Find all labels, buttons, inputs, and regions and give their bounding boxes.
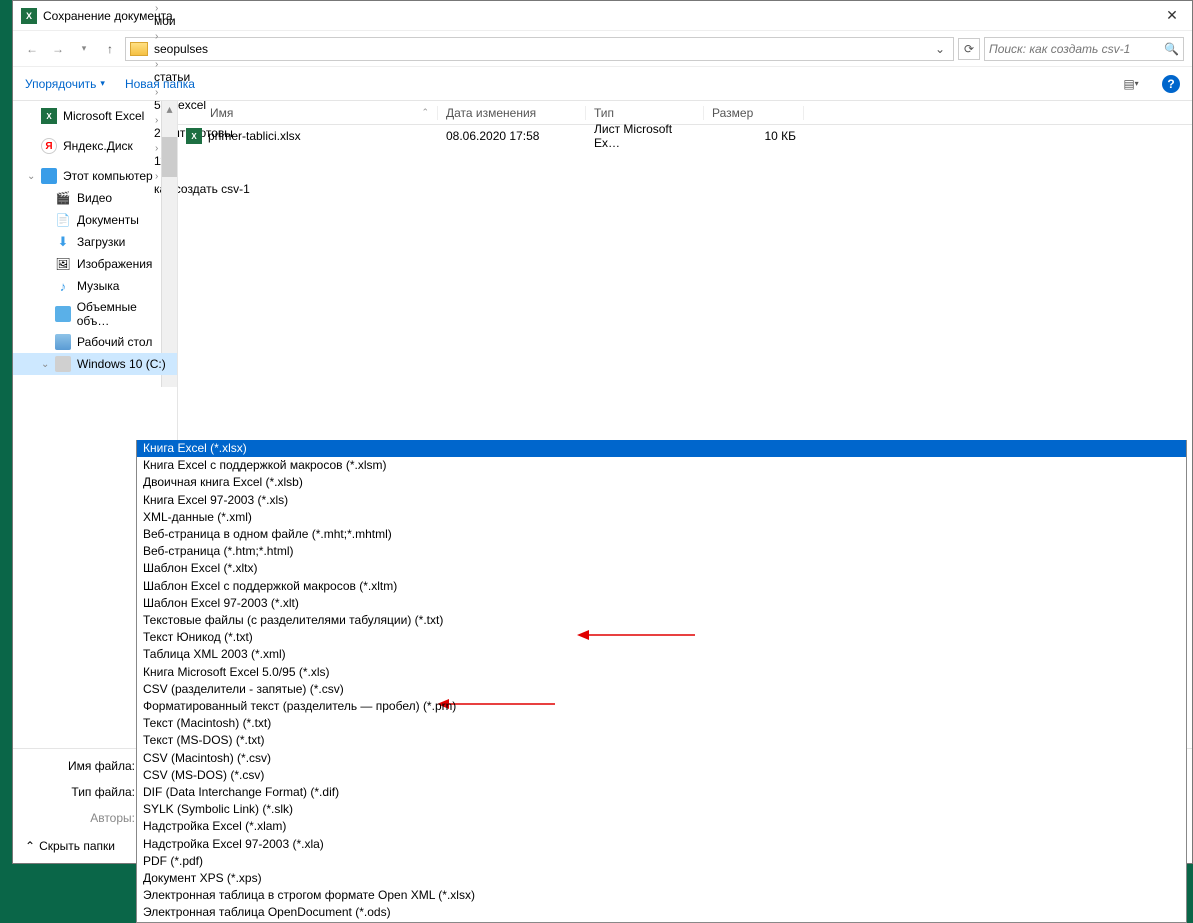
pc-icon — [41, 168, 57, 184]
images-icon — [55, 256, 71, 272]
filetype-option[interactable]: PDF (*.pdf) — [137, 853, 1186, 870]
filetype-option[interactable]: Книга Microsoft Excel 5.0/95 (*.xls) — [137, 664, 1186, 681]
filetype-option[interactable]: Текст (MS-DOS) (*.txt) — [137, 732, 1186, 749]
search-input[interactable] — [989, 42, 1164, 56]
filetype-option[interactable]: Книга Excel с поддержкой макросов (*.xls… — [137, 457, 1186, 474]
filetype-option[interactable]: Документ XPS (*.xps) — [137, 870, 1186, 887]
chevron-up-icon: ⌃ — [25, 839, 35, 853]
authors-label: Авторы: — [25, 807, 135, 825]
filetype-option[interactable]: Книга Excel 97-2003 (*.xls) — [137, 492, 1186, 509]
filetype-option[interactable]: XML-данные (*.xml) — [137, 509, 1186, 526]
hide-folders-button[interactable]: ⌃ Скрыть папки — [25, 839, 115, 853]
navbar: ← → ▾ ↑ «›Рабочий стол›папки›Проекты›мои… — [13, 31, 1192, 67]
forward-button[interactable]: → — [47, 38, 69, 60]
filetype-option[interactable]: Надстройка Excel 97-2003 (*.xla) — [137, 836, 1186, 853]
breadcrumb-item[interactable]: seopulses — [152, 42, 252, 56]
refresh-button[interactable]: ⟳ — [958, 38, 980, 60]
xlsx-icon: X — [186, 128, 202, 144]
address-bar[interactable]: «›Рабочий стол›папки›Проекты›мои›seopuls… — [125, 37, 954, 61]
sidebar-item-desktop[interactable]: Рабочий стол — [13, 331, 177, 353]
video-icon — [55, 190, 71, 206]
sidebar-item-3d[interactable]: Объемные объ… — [13, 297, 177, 331]
filetype-option[interactable]: Книга Excel (*.xlsx) — [137, 440, 1186, 457]
sidebar-item-excel[interactable]: XMicrosoft Excel — [13, 105, 177, 127]
view-options-button[interactable]: ▤ ▾ — [1120, 73, 1142, 95]
organize-button[interactable]: Упорядочить ▾ — [25, 77, 105, 91]
yandex-icon: Я — [41, 138, 57, 154]
filetype-option[interactable]: Веб-страница в одном файле (*.mht;*.mhtm… — [137, 526, 1186, 543]
filetype-option[interactable]: CSV (Macintosh) (*.csv) — [137, 750, 1186, 767]
filetype-option[interactable]: Веб-страница (*.htm;*.html) — [137, 543, 1186, 560]
close-button[interactable]: ✕ — [1160, 7, 1184, 24]
up-button[interactable]: ↑ — [99, 38, 121, 60]
filetype-option[interactable]: Текст Юникод (*.txt) — [137, 629, 1186, 646]
history-dropdown[interactable]: ▾ — [73, 38, 95, 60]
column-type[interactable]: Тип — [586, 106, 704, 120]
filetype-option[interactable]: Электронная таблица OpenDocument (*.ods) — [137, 904, 1186, 921]
sidebar-item-docs[interactable]: Документы — [13, 209, 177, 231]
search-field[interactable]: 🔍 — [984, 37, 1184, 61]
filetype-option[interactable]: DIF (Data Interchange Format) (*.dif) — [137, 784, 1186, 801]
filetype-option[interactable]: Форматированный текст (разделитель — про… — [137, 698, 1186, 715]
excel-app-icon: X — [21, 8, 37, 24]
toolbar: Упорядочить ▾ Новая папка ▤ ▾ ? — [13, 67, 1192, 101]
downloads-icon — [55, 234, 71, 250]
column-size[interactable]: Размер — [704, 106, 804, 120]
column-name[interactable]: Имя⌃ — [178, 106, 438, 120]
drive-icon — [55, 356, 71, 372]
chevron-right-icon: › — [152, 31, 161, 42]
sidebar-item-video[interactable]: Видео — [13, 187, 177, 209]
sidebar-item-drive-c[interactable]: ⌄Windows 10 (C:) — [13, 353, 177, 375]
sidebar-item-yandex[interactable]: ЯЯндекс.Диск — [13, 135, 177, 157]
filetype-option[interactable]: CSV (разделители - запятые) (*.csv) — [137, 681, 1186, 698]
sidebar-item-images[interactable]: Изображения — [13, 253, 177, 275]
help-button[interactable]: ? — [1162, 75, 1180, 93]
docs-icon — [55, 212, 71, 228]
new-folder-button[interactable]: Новая папка — [125, 77, 195, 91]
search-icon[interactable]: 🔍 — [1164, 42, 1179, 56]
filetype-option[interactable]: Двоичная книга Excel (*.xlsb) — [137, 474, 1186, 491]
folder-icon — [130, 42, 148, 56]
chevron-right-icon: › — [152, 3, 161, 14]
filetype-option[interactable]: SYLK (Symbolic Link) (*.slk) — [137, 801, 1186, 818]
excel-icon: X — [41, 108, 57, 124]
sidebar-item-pc[interactable]: ⌄Этот компьютер — [13, 165, 177, 187]
filename-label: Имя файла: — [25, 759, 135, 773]
filetype-option[interactable]: Надстройка Excel (*.xlam) — [137, 818, 1186, 835]
filetype-option[interactable]: Текст (Macintosh) (*.txt) — [137, 715, 1186, 732]
breadcrumb-item[interactable]: мои — [152, 14, 252, 28]
sidebar-item-music[interactable]: Музыка — [13, 275, 177, 297]
filetype-option[interactable]: CSV (MS-DOS) (*.csv) — [137, 767, 1186, 784]
file-row[interactable]: Xprimer-tablici.xlsx08.06.2020 17:58Лист… — [178, 125, 1192, 147]
filetype-option[interactable]: Шаблон Excel (*.xltx) — [137, 560, 1186, 577]
filetype-label: Тип файла: — [25, 785, 135, 799]
sidebar-item-downloads[interactable]: Загрузки — [13, 231, 177, 253]
desktop-icon — [55, 334, 71, 350]
filetype-option[interactable]: Шаблон Excel 97-2003 (*.xlt) — [137, 595, 1186, 612]
filetype-option[interactable]: Текстовые файлы (с разделителями табуляц… — [137, 612, 1186, 629]
back-button[interactable]: ← — [21, 38, 43, 60]
filetype-dropdown[interactable]: Книга Excel (*.xlsx)Книга Excel с поддер… — [136, 440, 1187, 923]
filetype-option[interactable]: Таблица XML 2003 (*.xml) — [137, 646, 1186, 663]
address-dropdown[interactable]: ⌄ — [931, 42, 949, 56]
column-date[interactable]: Дата изменения — [438, 106, 586, 120]
music-icon — [55, 278, 71, 294]
objects-icon — [55, 306, 71, 322]
filetype-option[interactable]: Шаблон Excel с поддержкой макросов (*.xl… — [137, 578, 1186, 595]
filetype-option[interactable]: Электронная таблица в строгом формате Op… — [137, 887, 1186, 904]
